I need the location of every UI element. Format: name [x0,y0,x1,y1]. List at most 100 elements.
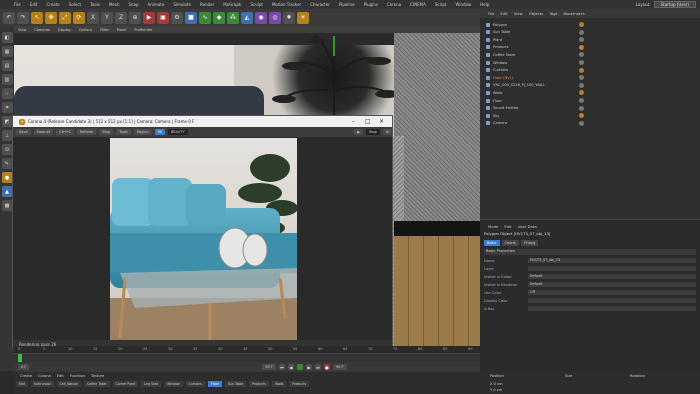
object-tag-icon[interactable] [579,29,584,35]
render-settings-icon[interactable]: ⚙ [382,129,392,135]
object-tag-icon[interactable] [579,44,584,50]
save-all-button[interactable]: Save all [33,129,54,135]
object-tag-icon[interactable] [579,120,584,126]
attribute-value[interactable]: Default [528,274,696,279]
deformer-icon[interactable]: ◭ [241,11,253,24]
tools-button[interactable]: Tools [116,129,131,135]
redo-icon[interactable]: ↷ [17,11,29,24]
light-icon[interactable]: ✹ [283,11,295,24]
material-chip[interactable]: Walls [272,381,287,387]
om-menu-edit[interactable]: Edit [500,11,507,16]
menu-item-snap[interactable]: Snap [128,2,138,7]
viewport-menu-cameras[interactable]: Cameras [34,28,50,32]
viewport-menu-view[interactable]: View [18,28,26,32]
menu-item-motion-tracker[interactable]: Motion Tracker [272,2,301,7]
menu-item-plugins[interactable]: Plugins [364,2,378,7]
menu-item-tools[interactable]: Tools [90,2,100,7]
menu-item-help[interactable]: Help [480,2,489,7]
close-icon[interactable]: × [379,118,384,125]
generator-icon[interactable]: ◆ [213,11,225,24]
sculpt-icon[interactable]: ✎ [1,158,13,169]
object-row[interactable]: Coffee Table [480,51,700,58]
x-axis-icon[interactable]: X [87,11,99,24]
layout-switcher[interactable]: Layout: Startup (User) [636,1,696,8]
object-tag-icon[interactable] [579,52,584,58]
object-row[interactable]: Window [480,59,700,66]
menu-item-character[interactable]: Character [310,2,330,7]
object-row[interactable]: Floor (HV1) [480,74,700,81]
material-menu-function[interactable]: Function [70,374,85,378]
start-frame-field[interactable]: 0 F [18,364,30,370]
material-menu-edit[interactable]: Edit [57,374,64,378]
current-frame-field[interactable]: 90 F [262,364,276,370]
om-menu-bookmarks[interactable]: Bookmarks [564,11,585,16]
menu-item-render[interactable]: Render [200,2,214,7]
rotate-icon[interactable]: ⟳ [73,11,85,24]
object-row[interactable]: Floor [480,97,700,104]
region-button[interactable]: Region [133,129,152,135]
object-tag-icon[interactable] [579,22,584,27]
array-icon[interactable]: ⁂ [227,11,239,24]
menu-item-cinema[interactable]: CINEMA [410,2,426,7]
move-icon[interactable]: ✥ [45,11,57,24]
material-chip[interactable]: Cell_Nature [56,381,81,387]
object-row[interactable]: Curtains [480,67,700,74]
attribute-value[interactable]: HV1T3_07_obj_13 [528,258,696,263]
scene-icon[interactable]: ◉ [255,11,267,24]
model-mode-icon[interactable]: ▦ [1,46,13,57]
object-row[interactable]: Camera [480,120,700,127]
object-tag-icon[interactable] [579,113,584,119]
y-axis-icon[interactable]: Y [101,11,113,24]
viewport-menu-filter[interactable]: Filter [100,28,109,32]
material-chip[interactable]: Products [289,381,310,387]
points-mode-icon[interactable]: ⁘ [1,88,13,99]
menu-item-script[interactable]: Script [435,2,447,7]
object-row[interactable]: Sky [480,112,700,119]
object-row[interactable]: Products [480,44,700,51]
attribute-value[interactable] [528,306,696,311]
object-tag-icon[interactable] [579,98,584,103]
object-tag-icon[interactable] [579,67,584,73]
material-menu-texture[interactable]: Texture [91,374,104,378]
edges-mode-icon[interactable]: ⌗ [1,102,13,113]
menu-item-mesh[interactable]: Mesh [109,2,120,7]
record-icon[interactable]: ● [323,364,330,370]
material-chip[interactable]: Sun Table [224,381,247,387]
playhead[interactable] [18,354,22,362]
copy-button[interactable]: Ctrl+C [56,129,74,135]
stop-button[interactable]: Stop [99,129,114,135]
object-tag-icon[interactable] [579,82,584,88]
cube-icon[interactable]: ■ [185,11,197,24]
viewport-menu-prorender[interactable]: ProRender [134,28,152,32]
render-settings-icon[interactable]: ⚙ [171,11,183,24]
attribute-value[interactable] [528,298,696,303]
position-y-field[interactable]: Y 0 cm [490,388,502,392]
material-chip[interactable]: Corner Plant [112,381,139,387]
om-menu-tags[interactable]: Tags [549,11,557,16]
am-menu-edit[interactable]: Edit [504,224,511,229]
material-menu-corona[interactable]: Corona [38,374,51,378]
object-tag-icon[interactable] [579,37,584,43]
menu-item-sculpt[interactable]: Sculpt [250,2,263,7]
select-icon[interactable]: ↖ [31,11,43,24]
material-chip[interactable]: Sofa wood [30,381,54,387]
viewport-menu-panel[interactable]: Panel [117,28,126,32]
fit-button[interactable]: Fit [154,129,165,135]
maximize-icon[interactable]: □ [365,118,371,125]
object-row[interactable]: Walls [480,89,700,96]
attribute-value[interactable]: Off [528,290,696,295]
menu-item-create[interactable]: Create [46,2,59,7]
material-chip[interactable]: Window [164,381,183,387]
menu-item-mograph[interactable]: MoGraph [223,2,241,7]
coord-system-icon[interactable]: ⊕ [129,11,141,24]
scale-icon[interactable]: ⤢ [59,11,71,24]
layout-select[interactable]: Startup (User) [653,1,696,8]
z-axis-icon[interactable]: Z [115,11,127,24]
tab-coord[interactable]: Coord. [501,240,520,246]
material-chip[interactable]: Coffee Table [83,381,110,387]
viewport-menu-options[interactable]: Options [79,28,93,32]
render-preview-icon[interactable]: ▶ [354,129,363,135]
viewport-menu-display[interactable]: Display [58,28,71,32]
menu-item-simulate[interactable]: Simulate [173,2,191,7]
workplane-icon[interactable]: ▥ [1,74,13,85]
